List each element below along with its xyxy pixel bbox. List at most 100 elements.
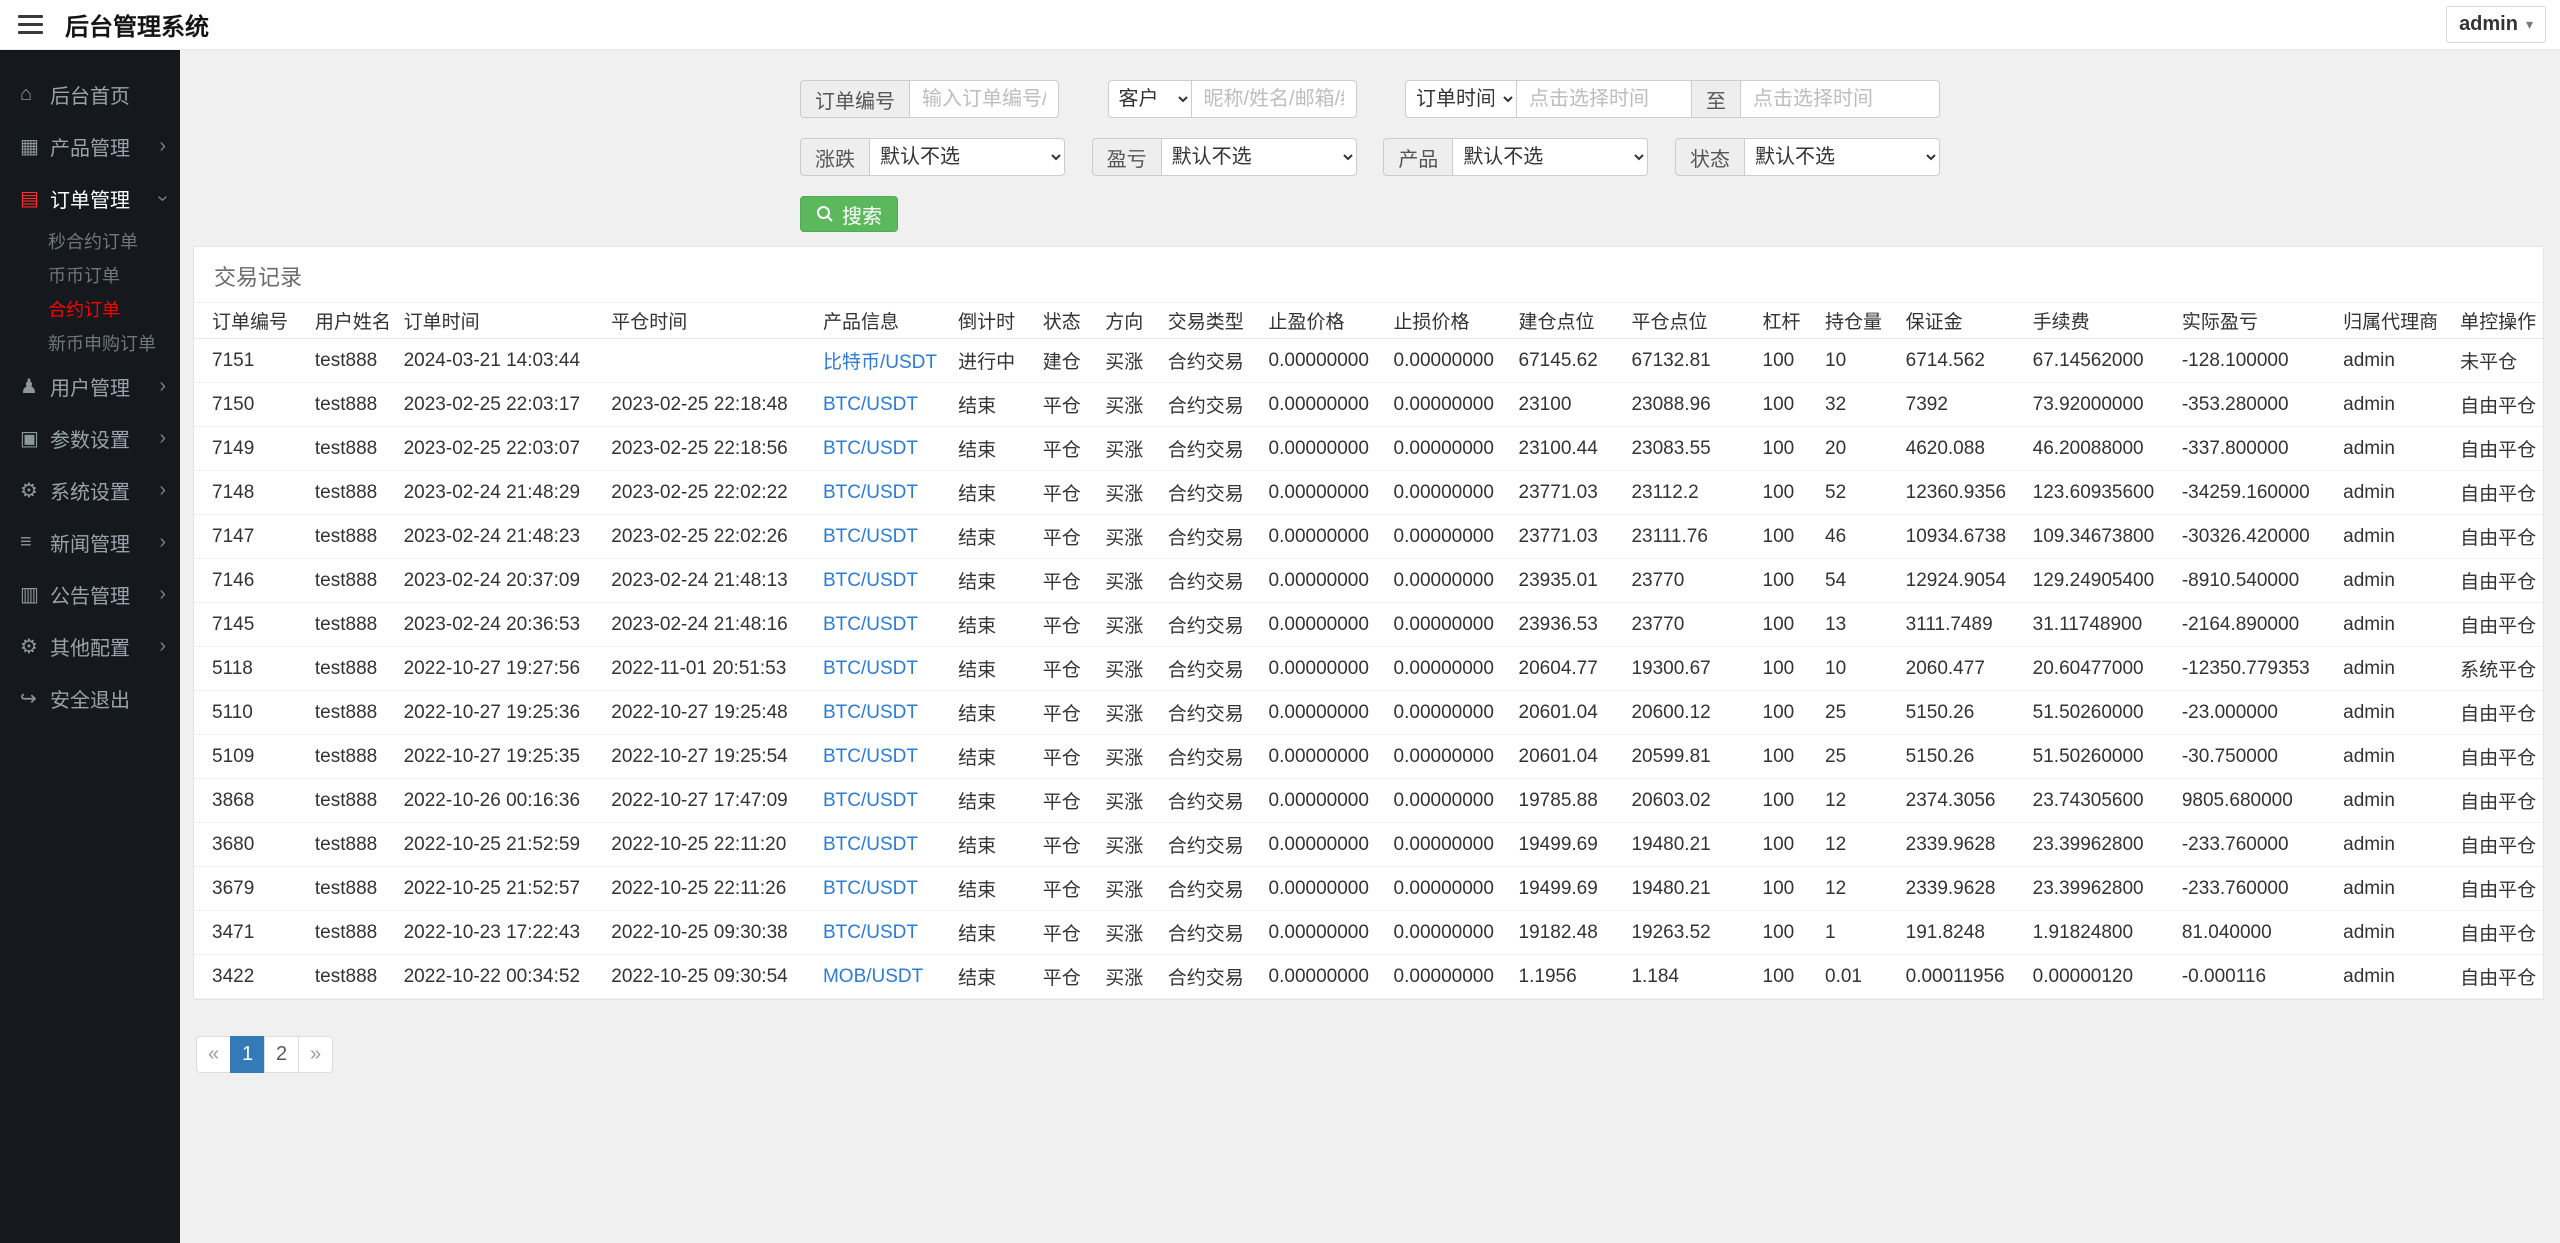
cell-countdown: 结束 bbox=[950, 778, 1035, 823]
customer-input[interactable] bbox=[1190, 80, 1357, 118]
cell-profit: -12350.779353 bbox=[2173, 646, 2336, 691]
page-button-1[interactable]: 1 bbox=[230, 1036, 265, 1073]
table-row: 5118 test888 2022-10-27 19:27:56 2022-11-01… bbox=[194, 646, 2543, 691]
updown-select[interactable]: 默认不选 bbox=[869, 138, 1065, 176]
profit-group: 盈亏 默认不选 bbox=[1091, 138, 1357, 176]
col-fee: 手续费 bbox=[2024, 302, 2174, 339]
hamburger-menu-icon[interactable] bbox=[18, 15, 43, 34]
time-range-group: 订单时间 至 bbox=[1405, 80, 1940, 118]
sidebar-subitem-coin[interactable]: 币币订单 bbox=[0, 258, 180, 292]
cell-open_point: 67145.62 bbox=[1510, 338, 1624, 383]
cell-sl_price: 0.00000000 bbox=[1385, 734, 1511, 779]
cell-open_time: 2023-02-24 21:48:29 bbox=[395, 470, 604, 515]
cell-profit: -0.000116 bbox=[2173, 954, 2336, 999]
cell-open_time: 2022-10-27 19:27:56 bbox=[395, 646, 604, 691]
pagination: «1 2» bbox=[196, 1036, 2560, 1073]
sidebar-item-product[interactable]: ▦ 产品管理 › bbox=[0, 120, 180, 172]
caret-down-icon: ▾ bbox=[2525, 16, 2533, 32]
product-link[interactable]: BTC/USDT bbox=[823, 394, 918, 415]
product-link[interactable]: 比特币/USDT bbox=[823, 352, 937, 373]
product-link[interactable]: BTC/USDT bbox=[823, 790, 918, 811]
cell-close_point: 23083.55 bbox=[1623, 426, 1755, 471]
table-row: 7149 test888 2023-02-25 22:03:07 2023-02-25… bbox=[194, 426, 2543, 471]
order-no-input[interactable] bbox=[909, 80, 1059, 118]
search-button[interactable]: 搜索 bbox=[800, 196, 898, 232]
product-link[interactable]: BTC/USDT bbox=[823, 614, 918, 635]
product-group: 产品 默认不选 bbox=[1383, 138, 1649, 176]
product-link[interactable]: BTC/USDT bbox=[823, 438, 918, 459]
product-link[interactable]: BTC/USDT bbox=[823, 702, 918, 723]
product-link[interactable]: BTC/USDT bbox=[823, 570, 918, 591]
product-link[interactable]: BTC/USDT bbox=[823, 834, 918, 855]
table-row: 3422 test888 2022-10-22 00:34:52 2022-10-25… bbox=[194, 954, 2543, 999]
cell-countdown: 结束 bbox=[950, 690, 1035, 735]
product-link[interactable]: BTC/USDT bbox=[823, 878, 918, 899]
cell-countdown: 结束 bbox=[950, 470, 1035, 515]
cell-profit: -233.760000 bbox=[2173, 866, 2336, 911]
product-link[interactable]: BTC/USDT bbox=[823, 482, 918, 503]
user-menu-button[interactable]: admin ▾ bbox=[2446, 6, 2546, 43]
product-link[interactable]: BTC/USDT bbox=[823, 526, 918, 547]
sidebar-item-config[interactable]: ⚙ 其他配置 › bbox=[0, 620, 180, 672]
sidebar-item-notice[interactable]: ▥ 公告管理 › bbox=[0, 568, 180, 620]
cell-position: 52 bbox=[1817, 470, 1898, 515]
page-prev-button[interactable]: « bbox=[196, 1036, 231, 1073]
cell-sl_price: 0.00000000 bbox=[1385, 822, 1511, 867]
page-next-button[interactable]: » bbox=[298, 1036, 333, 1073]
cell-fee: 23.74305600 bbox=[2024, 778, 2174, 823]
cell-sl_price: 0.00000000 bbox=[1385, 690, 1511, 735]
cell-tp_price: 0.00000000 bbox=[1260, 690, 1386, 735]
cell-trade_type: 合约交易 bbox=[1159, 470, 1261, 515]
status-select[interactable]: 默认不选 bbox=[1743, 138, 1940, 176]
page-button-2[interactable]: 2 bbox=[264, 1036, 299, 1073]
col-operation: 单控操作 bbox=[2452, 302, 2543, 339]
sidebar-item-user[interactable]: ♟ 用户管理 › bbox=[0, 360, 180, 412]
cell-status: 平仓 bbox=[1034, 822, 1098, 867]
cell-trade_type: 合约交易 bbox=[1159, 602, 1261, 647]
sidebar-item-news[interactable]: ≡ 新闻管理 › bbox=[0, 516, 180, 568]
time-to-input[interactable] bbox=[1740, 80, 1940, 118]
updown-group: 涨跌 默认不选 bbox=[800, 138, 1065, 176]
cell-position: 10 bbox=[1817, 646, 1898, 691]
cell-status: 平仓 bbox=[1034, 514, 1098, 559]
cell-close_point: 19300.67 bbox=[1623, 646, 1755, 691]
cell-open_point: 20601.04 bbox=[1510, 690, 1624, 735]
time-type-select[interactable]: 订单时间 bbox=[1405, 80, 1517, 118]
cell-profit: -23.000000 bbox=[2173, 690, 2336, 735]
chevron-right-icon: › bbox=[159, 374, 166, 397]
cell-close_time: 2023-02-25 22:02:22 bbox=[603, 470, 815, 515]
cell-direction: 买涨 bbox=[1097, 910, 1160, 955]
sidebar-item-system[interactable]: ⚙ 系统设置 › bbox=[0, 464, 180, 516]
sidebar-item-logout[interactable]: ↪ 安全退出 bbox=[0, 672, 180, 724]
product-select[interactable]: 默认不选 bbox=[1452, 138, 1649, 176]
cell-close_point: 20603.02 bbox=[1623, 778, 1755, 823]
cell-fee: 23.39962800 bbox=[2024, 822, 2174, 867]
cell-position: 0.01 bbox=[1817, 954, 1898, 999]
sidebar-item-home[interactable]: ⌂ 后台首页 bbox=[0, 68, 180, 120]
sidebar-item-order[interactable]: ▤ 订单管理 › bbox=[0, 172, 180, 224]
cell-tp_price: 0.00000000 bbox=[1260, 470, 1386, 515]
cell-open_time: 2022-10-25 21:52:59 bbox=[395, 822, 604, 867]
cell-fee: 31.11748900 bbox=[2024, 602, 2174, 647]
product-link[interactable]: BTC/USDT bbox=[823, 746, 918, 767]
cell-user: test888 bbox=[306, 338, 396, 383]
profit-select[interactable]: 默认不选 bbox=[1160, 138, 1357, 176]
cell-open_point: 19499.69 bbox=[1510, 866, 1624, 911]
cell-lever: 100 bbox=[1754, 602, 1817, 647]
sidebar-subitem-new-coin[interactable]: 新币申购订单 bbox=[0, 326, 180, 360]
time-from-input[interactable] bbox=[1516, 80, 1692, 118]
cell-margin: 5150.26 bbox=[1897, 690, 2025, 735]
cell-position: 20 bbox=[1817, 426, 1898, 471]
cell-direction: 买涨 bbox=[1097, 470, 1160, 515]
product-link[interactable]: BTC/USDT bbox=[823, 922, 918, 943]
sidebar-item-params[interactable]: ▣ 参数设置 › bbox=[0, 412, 180, 464]
system-icon: ⚙ bbox=[20, 479, 38, 502]
sidebar-subitem-second-contract[interactable]: 秒合约订单 bbox=[0, 224, 180, 258]
cell-lever: 100 bbox=[1754, 910, 1817, 955]
cell-direction: 买涨 bbox=[1097, 426, 1160, 471]
sidebar-subitem-contract[interactable]: 合约订单 bbox=[0, 292, 180, 326]
cell-profit: 9805.680000 bbox=[2173, 778, 2336, 823]
product-link[interactable]: BTC/USDT bbox=[823, 658, 918, 679]
product-link[interactable]: MOB/USDT bbox=[823, 966, 923, 987]
customer-type-select[interactable]: 客户 bbox=[1107, 80, 1192, 118]
